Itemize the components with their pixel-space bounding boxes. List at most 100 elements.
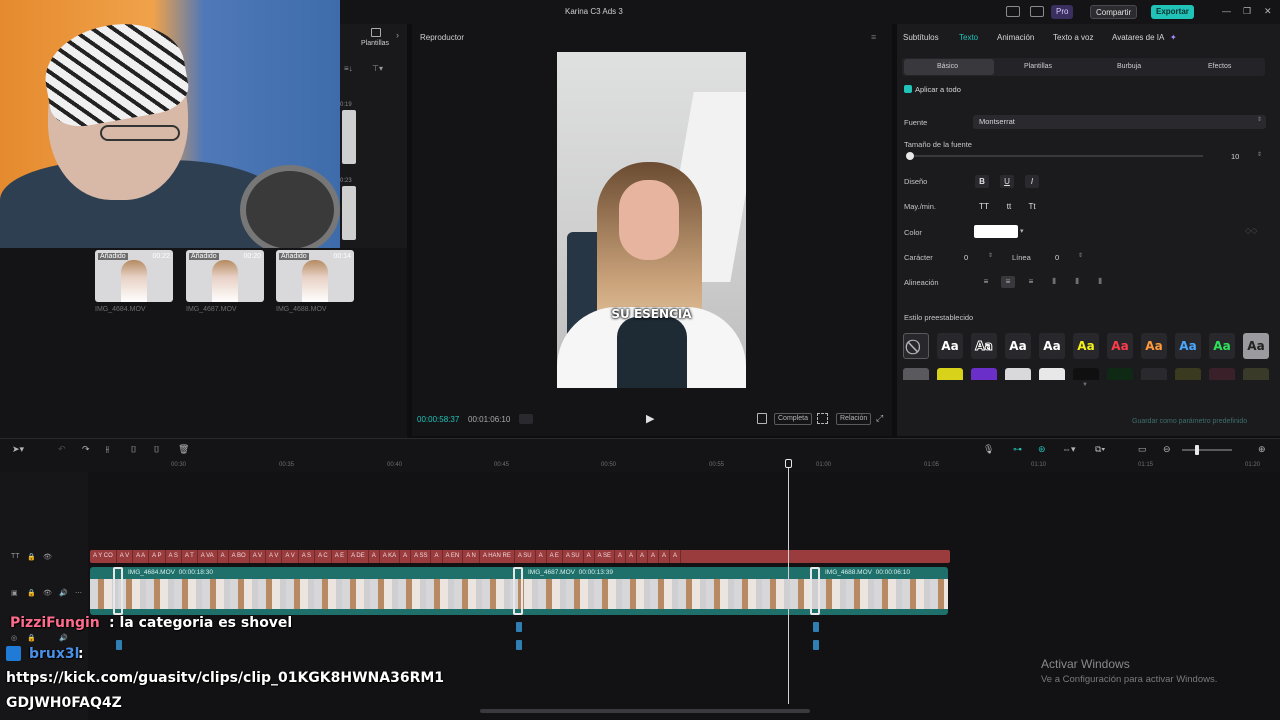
preview-caption[interactable]: SU ESENCIA [557,307,746,321]
subtab-basic[interactable]: Básico [937,63,958,70]
text-segment[interactable]: A [615,550,626,563]
align-left-icon[interactable]: ≡ [979,276,993,288]
subtab-effects[interactable]: Efectos [1208,63,1231,70]
playhead-handle[interactable] [785,459,792,468]
preset-style[interactable]: Aa [937,333,963,359]
text-segment[interactable]: A V [250,550,267,563]
text-segment[interactable]: A [431,550,443,563]
audio-icon[interactable]: 🔊 [59,634,68,642]
preset-style[interactable] [971,368,997,380]
text-segment[interactable]: A S [166,550,182,563]
playhead[interactable] [788,462,789,704]
preset-style[interactable]: Aa [1141,333,1167,359]
preset-style[interactable] [937,368,963,380]
text-segment[interactable]: A SE [595,550,615,563]
text-track[interactable]: A Y CO A VA AA PA SA TA VA A A BO A VA VA VA… [90,550,950,563]
audio-icon[interactable]: 🔊 [59,589,68,597]
restore-icon[interactable]: ❐ [1243,6,1251,17]
audio-marker[interactable] [516,640,522,650]
font-size-value[interactable]: 10 [1231,152,1239,161]
text-segment[interactable]: A SS [411,550,432,563]
subtab-templates[interactable]: Plantillas [1024,63,1052,70]
text-segment[interactable]: A [637,550,649,563]
fullscreen-icon[interactable]: ⤢ [876,413,883,424]
strip-thumbnail[interactable] [342,110,356,164]
redo-icon[interactable]: ↷ [82,444,90,455]
trim-right-icon[interactable]: ⌷ [154,444,159,455]
expand-presets-icon[interactable]: ▼ [1082,382,1088,388]
preset-style[interactable]: Aa [1005,333,1031,359]
stepper-icon[interactable]: ⇕ [1078,252,1083,259]
audio-marker[interactable] [813,622,819,632]
select-tool-icon[interactable]: ➤▾ [12,444,24,455]
text-segment[interactable]: A BO [229,550,250,563]
text-segment[interactable]: A C [315,550,332,563]
strip-thumbnail[interactable] [342,186,356,240]
more-icon[interactable]: ⋯ [75,589,82,597]
apply-all-checkbox[interactable] [904,85,912,93]
lock-icon[interactable]: 🔒 [27,553,36,561]
full-quality-button[interactable]: Completa [774,413,812,425]
preset-style[interactable] [1141,368,1167,380]
font-size-slider[interactable] [908,155,1203,157]
text-segment[interactable]: A [369,550,380,563]
split-icon[interactable]: ⫲ [106,444,109,455]
text-segment[interactable]: A Y CO [90,550,117,563]
tab-text-to-speech[interactable]: Texto a voz [1053,33,1093,42]
preset-style[interactable] [1039,368,1065,380]
media-clip-card[interactable]: Añadido 00:22 [95,250,173,302]
save-as-default-button[interactable]: Guardar como parámetro predefinido [1132,418,1247,425]
text-segment[interactable]: A VA [198,550,218,563]
uppercase-button[interactable]: TT [975,200,993,213]
text-segment[interactable]: A [536,550,547,563]
chevron-down-icon[interactable]: ▾ [1020,227,1024,235]
close-icon[interactable]: ✕ [1264,6,1272,17]
magnet-icon[interactable]: ⊶ [1013,444,1022,455]
text-segment[interactable]: A E [547,550,563,563]
underline-button[interactable]: U [1000,175,1014,188]
align-center-icon[interactable]: ≡ [1001,276,1015,288]
preview-axis-icon[interactable]: ⇔▾ [1062,444,1076,455]
preset-style[interactable] [1175,368,1201,380]
text-segment[interactable]: A [670,550,682,563]
audio-marker[interactable] [516,622,522,632]
preset-style[interactable] [1243,368,1269,380]
menu-icon[interactable]: ≡ [871,32,876,42]
video-preview[interactable]: SU ESENCIA [557,52,746,388]
font-size-slider-thumb[interactable] [906,152,914,160]
preset-style[interactable]: Aa [1175,333,1201,359]
preset-style[interactable] [1073,368,1099,380]
text-segment[interactable]: A V [282,550,299,563]
preset-style[interactable]: Aa [1243,333,1269,359]
link-icon[interactable]: ⊛ [1038,444,1046,455]
preset-style[interactable]: Aa [1039,333,1065,359]
stepper-icon[interactable]: ⇕ [1257,151,1262,158]
preset-style[interactable] [903,368,929,380]
preset-style[interactable] [1209,368,1235,380]
lock-icon[interactable]: 🔒 [27,589,36,597]
text-segment[interactable]: A [218,550,229,563]
align-top-icon[interactable]: ⫴ [1047,276,1061,288]
snap-icon[interactable]: ⧉▾ [1095,444,1105,455]
transition-marker[interactable] [810,567,820,615]
keyboard-icon[interactable] [1030,6,1044,17]
fit-icon[interactable] [817,413,828,424]
align-right-icon[interactable]: ≡ [1024,276,1038,288]
filter-icon[interactable]: ⊤▾ [372,64,383,73]
zoom-slider[interactable] [1182,449,1232,451]
text-segment[interactable]: A KA [380,550,401,563]
caption-icon[interactable]: ▭ [1138,444,1147,455]
text-segment[interactable]: A V [266,550,283,563]
text-segment[interactable]: A [584,550,595,563]
microphone-icon[interactable]: 🎙 [983,444,994,455]
delete-icon[interactable]: 🗑 [178,444,189,455]
audio-marker[interactable] [116,640,122,650]
lock-icon[interactable]: 🔒 [27,634,36,642]
trim-left-icon[interactable]: ⌷ [131,444,136,455]
text-segment[interactable]: A T [182,550,198,563]
keyframe-icon[interactable]: ◇◇ [1245,226,1257,235]
chevron-right-icon[interactable]: › [396,30,399,40]
sort-icon[interactable]: ≡↓ [344,64,353,73]
tab-ai-avatars[interactable]: Avatares de IA [1112,33,1164,42]
export-button[interactable]: Exportar [1151,5,1194,19]
